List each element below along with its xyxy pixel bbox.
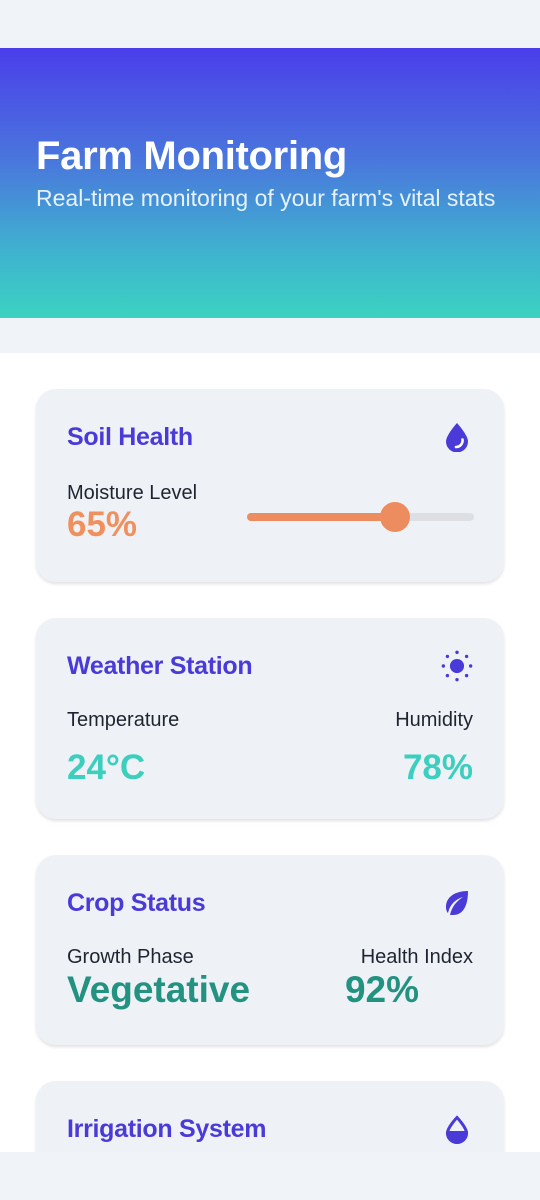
crop-values-row: Vegetative 92% [67, 969, 473, 1011]
weather-station-card[interactable]: Weather Station Temperature Humidity 24°… [36, 618, 504, 819]
weather-values-row: 24°C 78% [67, 748, 473, 788]
card-list: Soil Health Moisture Level 65% Weather S… [0, 353, 540, 1152]
crop-status-card[interactable]: Crop Status Growth Phase Health Index Ve… [36, 855, 504, 1045]
bottom-bar [0, 1152, 540, 1200]
sun-icon [441, 650, 473, 682]
weather-labels-row: Temperature Humidity [67, 708, 473, 732]
water-drop-icon [441, 421, 473, 453]
card-title: Weather Station [67, 651, 253, 680]
top-spacer [0, 0, 540, 48]
page-subtitle: Real-time monitoring of your farm's vita… [36, 185, 496, 211]
health-index-label: Health Index [360, 946, 473, 968]
health-index-value: 92% [344, 969, 419, 1010]
card-header: Crop Status [67, 883, 473, 923]
humidity-value: 78% [402, 748, 473, 787]
card-title: Soil Health [67, 422, 193, 451]
half-drop-icon [441, 1113, 473, 1145]
moisture-slider-thumb[interactable] [379, 502, 410, 532]
crop-labels-row: Growth Phase Health Index [67, 945, 473, 969]
page-header: Farm Monitoring Real-time monitoring of … [0, 48, 540, 318]
moisture-slider-fill [247, 513, 395, 521]
header-gap [0, 318, 540, 353]
growth-phase-label: Growth Phase [67, 946, 194, 968]
soil-health-card[interactable]: Soil Health Moisture Level 65% [36, 389, 504, 582]
moisture-slider[interactable] [247, 502, 474, 532]
irrigation-system-card[interactable]: Irrigation System [36, 1081, 504, 1152]
temperature-label: Temperature [67, 709, 180, 731]
card-title: Irrigation System [67, 1114, 267, 1143]
card-header: Weather Station [67, 646, 473, 686]
card-header: Irrigation System [67, 1109, 473, 1149]
moisture-label: Moisture Level [67, 482, 198, 504]
leaf-icon [441, 887, 473, 919]
card-header: Soil Health [67, 417, 473, 457]
page-title: Farm Monitoring [36, 134, 348, 178]
growth-phase-value: Vegetative [67, 969, 251, 1010]
temperature-value: 24°C [67, 748, 146, 787]
moisture-value: 65% [67, 505, 138, 544]
card-title: Crop Status [67, 888, 206, 917]
humidity-label: Humidity [395, 709, 473, 731]
